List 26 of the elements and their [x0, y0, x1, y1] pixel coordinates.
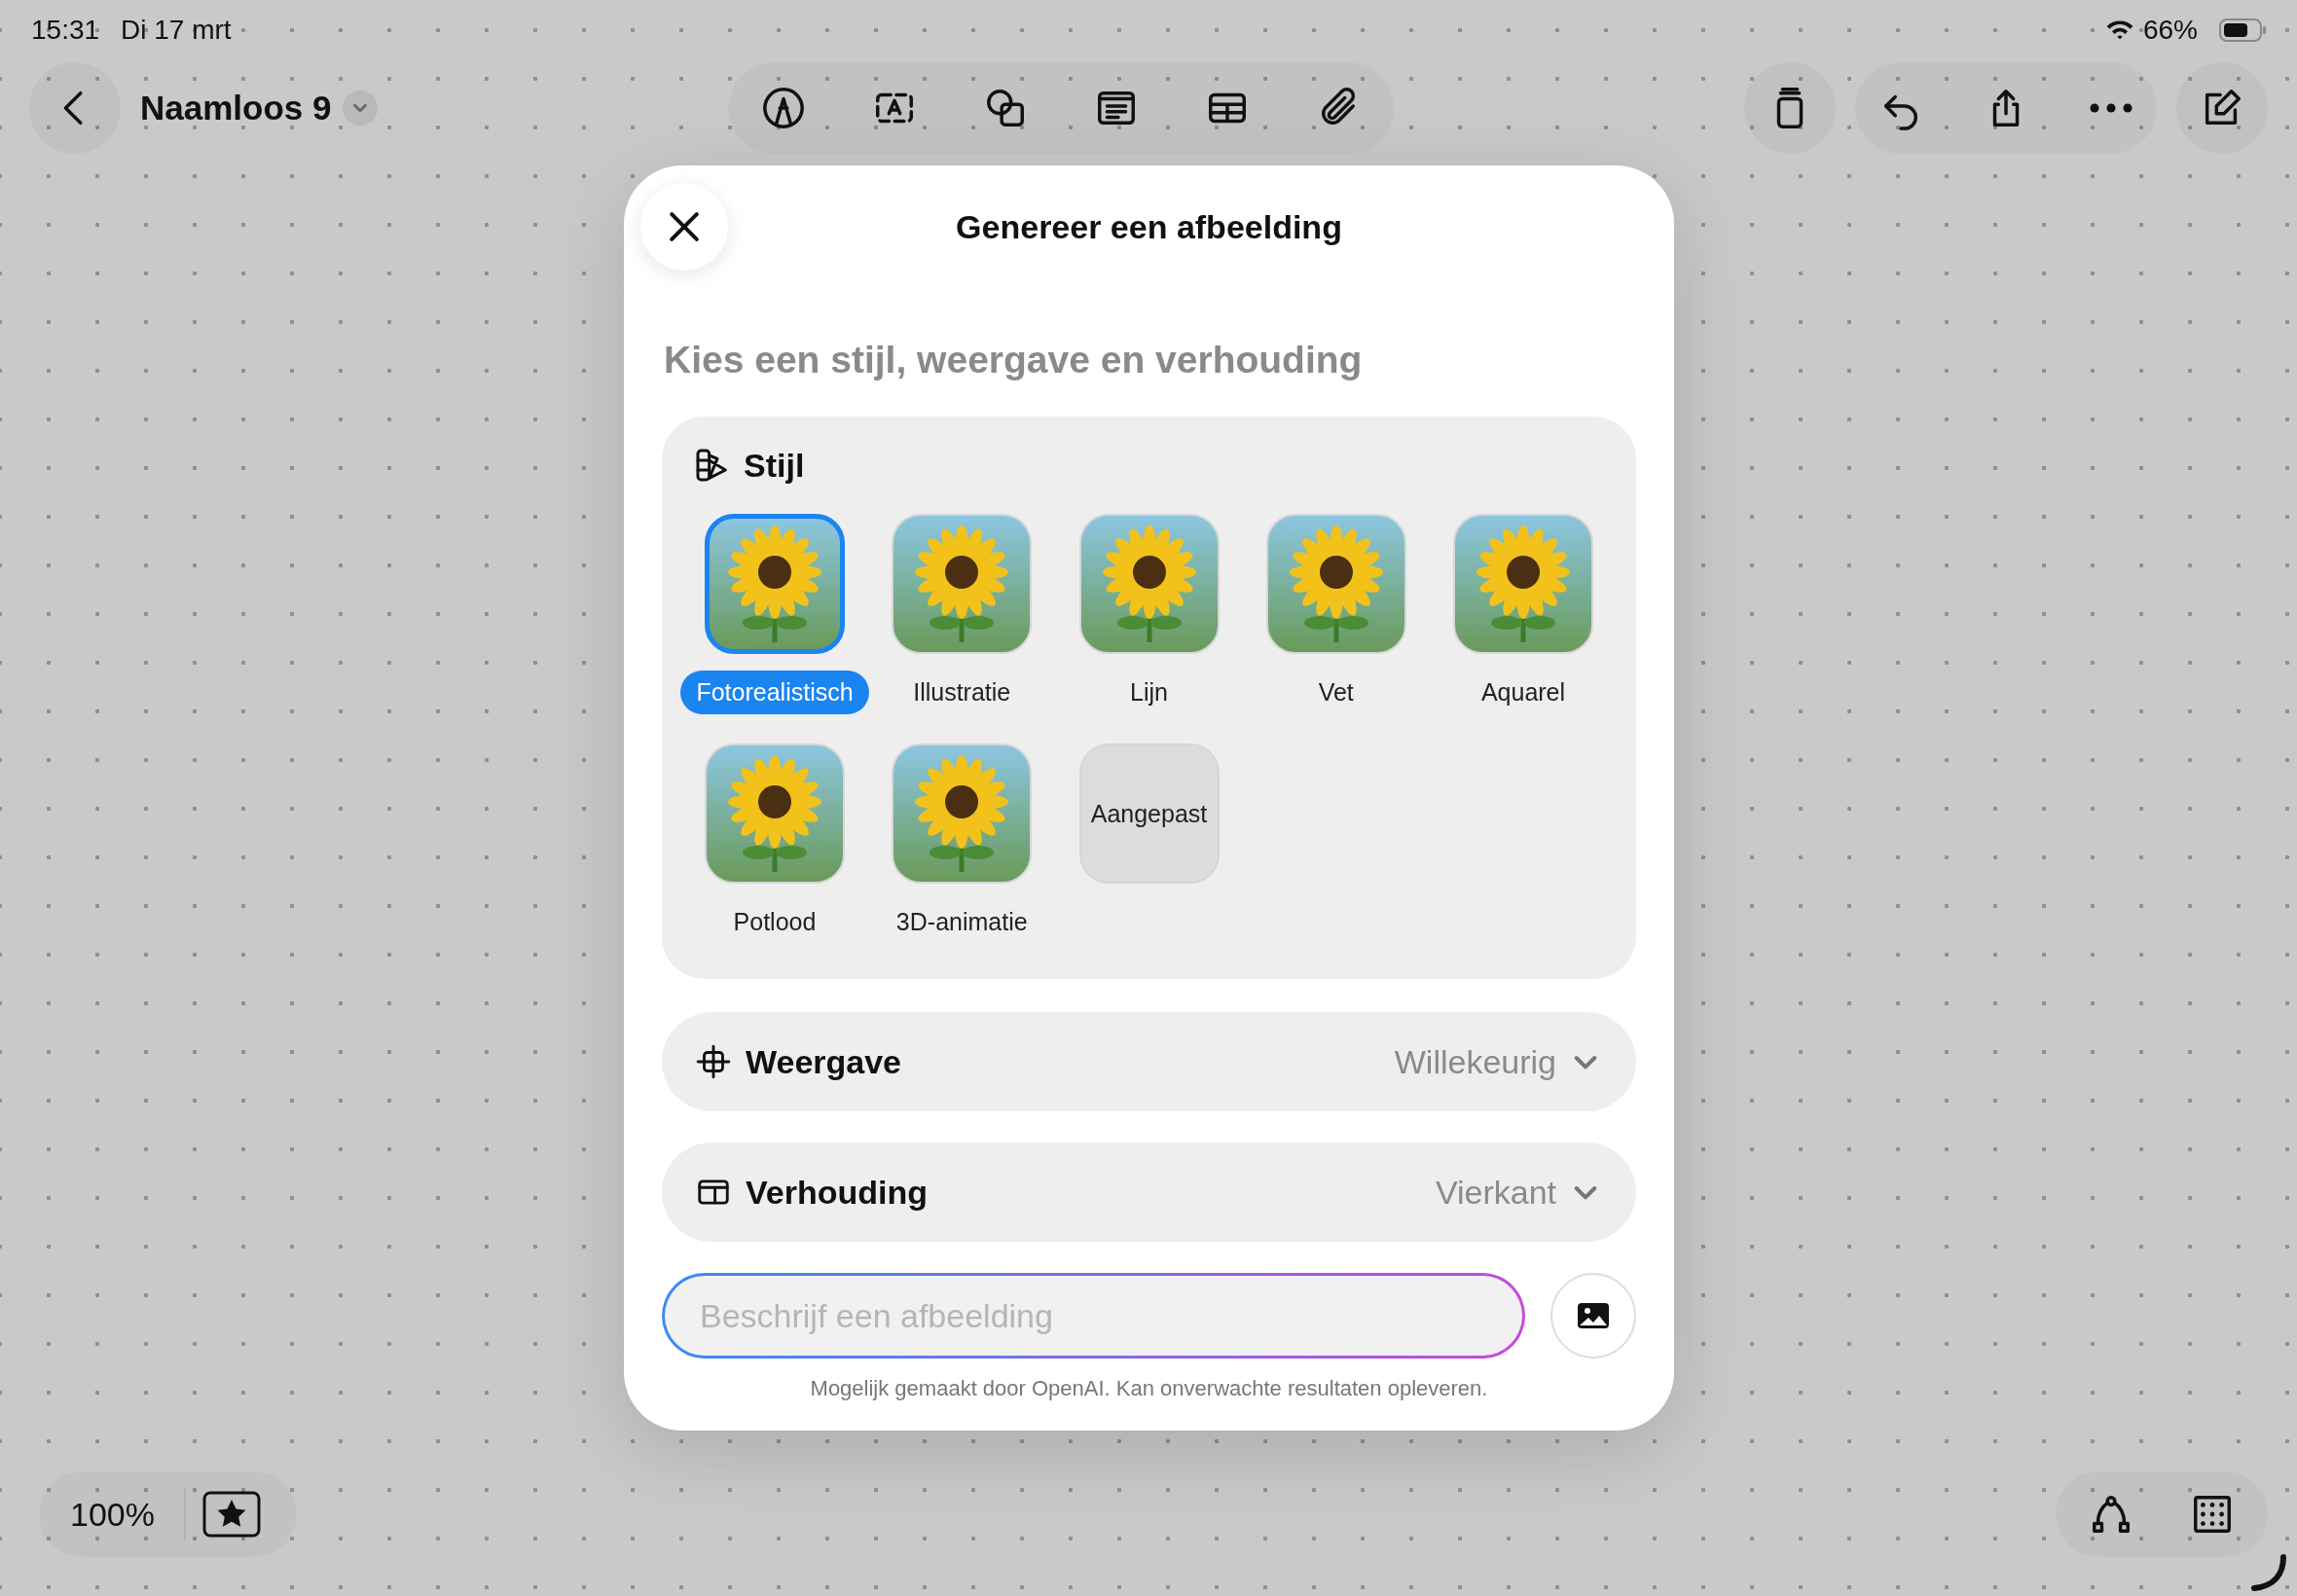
disclaimer-text: Mogelijk gemaakt door OpenAI. Kan onverwachte resultaten opleveren.	[809, 1376, 1489, 1401]
crosshair-frame-icon	[695, 1043, 732, 1080]
style-option[interactable]: Potlood	[681, 744, 868, 944]
option-dropdown[interactable]: Verhouding Vierkant	[662, 1143, 1636, 1242]
battery-percentage: 66%	[2142, 15, 2198, 46]
resize-handle-icon[interactable]	[2250, 1553, 2289, 1592]
dialog-title: Genereer een afbeelding	[956, 207, 1342, 246]
section-label: Stijl	[744, 446, 805, 485]
photo-icon	[1577, 1302, 1610, 1329]
title-menu-button[interactable]	[343, 91, 379, 126]
option-dropdown[interactable]: Weergave Willekeurig	[662, 1012, 1636, 1111]
pen-nib-icon	[761, 86, 807, 130]
zoom-level[interactable]: 100%	[39, 1495, 184, 1534]
dialog-subtitle: Kies een stijl, weergave en verhouding	[664, 339, 1364, 381]
battery-icon	[2219, 18, 2268, 43]
style-option[interactable]: Aquarel	[1430, 514, 1617, 714]
prompt-input-field[interactable]: Beschrijf een afbeelding	[662, 1273, 1525, 1359]
style-option[interactable]: Lijn	[1055, 514, 1243, 714]
style-option[interactable]: 3D-animatie	[868, 744, 1056, 944]
document-title[interactable]: Naamloos 9	[140, 89, 332, 127]
status-date: Di 17 mrt	[121, 15, 232, 46]
more-icon	[2089, 102, 2133, 114]
style-option[interactable]: Illustratie	[868, 514, 1056, 714]
style-option[interactable]: Vet	[1242, 514, 1430, 714]
style-option[interactable]: Fotorealistisch	[681, 514, 868, 714]
status-time: 15:31	[31, 15, 100, 46]
